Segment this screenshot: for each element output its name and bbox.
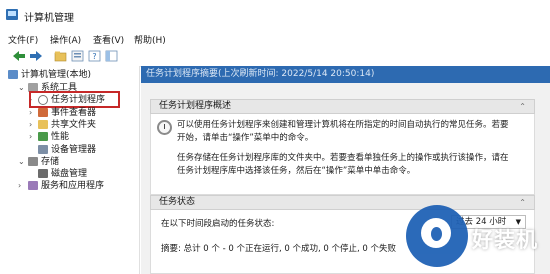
menu-help[interactable]: 帮助(H)	[134, 33, 166, 46]
chevron-up-icon[interactable]: ⌃	[519, 100, 526, 113]
text-line: 任务存储在任务计划程序库的文件夹中。若要查看单独任务上的操作或执行该操作，请在	[177, 153, 509, 163]
watermark-logo-dot	[431, 227, 442, 241]
tree-item-label: 磁盘管理	[51, 169, 88, 179]
tree-item-shared-folders[interactable]: 共享文件夹	[38, 119, 96, 131]
status-section-header[interactable]: 任务状态 ⌃	[150, 195, 535, 210]
folder-up-icon[interactable]	[54, 50, 67, 62]
chevron-right-icon[interactable]: ›	[18, 181, 21, 190]
overview-paragraph-2: 任务存储在任务计划程序库的文件夹中。若要查看单独任务上的操作或执行该操作，请在 …	[177, 152, 522, 178]
properties-icon[interactable]	[71, 50, 84, 62]
summary-header: 任务计划程序摘要(上次刷新时间: 2022/5/14 20:50:14)	[141, 66, 550, 83]
clock-icon	[157, 120, 172, 135]
tree-item-label: 共享文件夹	[51, 120, 97, 130]
disk-icon	[38, 169, 48, 178]
overview-paragraph-1: 可以使用任务计划程序来创建和管理计算机将在所指定的时间自动执行的常见任务。若要 …	[177, 119, 522, 145]
text-line: 开始，请单击“操作”菜单中的命令。	[177, 133, 314, 143]
selection-highlight	[29, 91, 120, 108]
section-title: 任务计划程序概述	[159, 101, 232, 111]
chevron-up-icon[interactable]: ⌃	[519, 196, 526, 209]
menu-file[interactable]: 文件(F)	[8, 33, 38, 46]
toolbar: ?	[0, 46, 550, 67]
tree-item-event-viewer[interactable]: 事件查看器	[38, 107, 96, 119]
tree-item-label: 服务和应用程序	[41, 181, 105, 191]
computer-management-icon	[6, 9, 18, 20]
text-line: 任务计划程序库中选择该任务，然后在“操作”菜单中单击命令。	[177, 166, 416, 176]
help-icon[interactable]: ?	[88, 50, 101, 62]
navigation-tree: 计算机管理(本地) ⌄ 系统工具 › 任务计划程序 › 事件查看器 › 共享文件…	[0, 66, 140, 274]
forward-arrow-icon[interactable]	[29, 50, 43, 62]
window-title: 计算机管理	[24, 13, 74, 24]
show-hide-icon[interactable]	[105, 50, 118, 62]
chevron-down-icon[interactable]: ⌄	[18, 157, 25, 166]
tree-item-label: 性能	[51, 132, 70, 142]
tree-item-performance[interactable]: 性能	[38, 131, 69, 143]
status-label: 在以下时间段启动的任务状态:	[161, 219, 275, 229]
watermark-logo-inner	[421, 218, 451, 248]
section-title: 任务状态	[159, 197, 196, 207]
tree-item-device-manager[interactable]: 设备管理器	[38, 144, 96, 156]
chevron-right-icon[interactable]: ›	[29, 132, 32, 141]
tree-item-services-apps[interactable]: 服务和应用程序	[28, 180, 104, 192]
storage-icon	[28, 157, 38, 166]
chevron-right-icon[interactable]: ›	[29, 108, 32, 117]
watermark-text: 好装机	[472, 228, 538, 252]
event-viewer-icon	[38, 108, 48, 117]
overview-section-body: 可以使用任务计划程序来创建和管理计算机将在所指定的时间自动执行的常见任务。若要 …	[150, 114, 535, 195]
menu-action[interactable]: 操作(A)	[50, 33, 81, 46]
tree-item-storage[interactable]: 存储	[28, 156, 59, 168]
tree-item-label: 事件查看器	[51, 108, 97, 118]
tree-item-label: 设备管理器	[51, 145, 97, 155]
tree-item-label: 存储	[41, 157, 60, 167]
chevron-down-icon[interactable]: ⌄	[18, 83, 25, 92]
menu-bar: 文件(F) 操作(A) 查看(V) 帮助(H)	[0, 30, 550, 46]
computer-icon	[8, 70, 18, 79]
tree-item-disk-management[interactable]: 磁盘管理	[38, 168, 87, 180]
device-manager-icon	[38, 145, 48, 154]
status-summary: 摘要: 总计 0 个 - 0 个正在运行, 0 个成功, 0 个停止, 0 个失…	[161, 244, 397, 254]
tree-item-root[interactable]: 计算机管理(本地)	[8, 69, 91, 81]
text-line: 可以使用任务计划程序来创建和管理计算机将在所指定的时间自动执行的常见任务。若要	[177, 120, 509, 130]
chevron-right-icon[interactable]: ›	[29, 120, 32, 129]
folder-icon	[38, 120, 48, 129]
title-bar: 计算机管理	[0, 0, 550, 30]
services-icon	[28, 181, 38, 190]
svg-text:?: ?	[92, 52, 96, 61]
performance-icon	[38, 132, 48, 141]
watermark-logo-icon	[406, 205, 468, 267]
overview-section-header[interactable]: 任务计划程序概述 ⌃	[150, 99, 535, 114]
menu-view[interactable]: 查看(V)	[93, 33, 124, 46]
back-arrow-icon[interactable]	[12, 50, 26, 62]
tree-item-label: 计算机管理(本地)	[21, 70, 92, 80]
